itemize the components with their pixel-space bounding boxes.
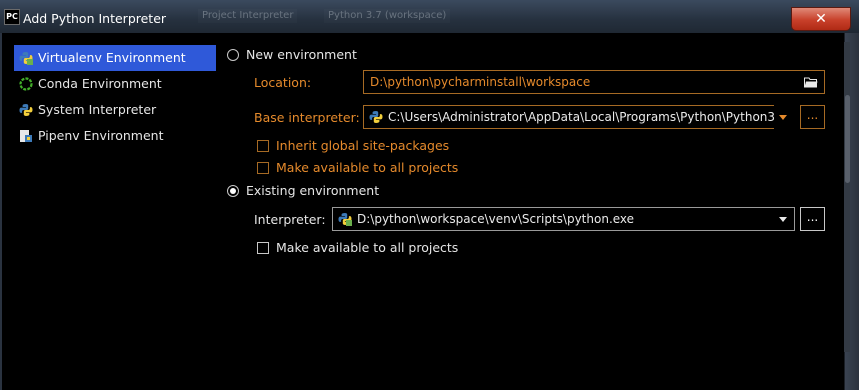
- interpreter-select[interactable]: D:\python\workspace\venv\Scripts\python.…: [332, 207, 795, 231]
- conda-icon: [19, 77, 33, 91]
- sidebar-item-label: Conda Environment: [38, 76, 162, 91]
- new-env-make-available-label: Make available to all projects: [276, 160, 459, 175]
- existing-environment-radio[interactable]: [227, 185, 239, 197]
- base-interpreter-browse-button[interactable]: ...: [800, 105, 825, 129]
- interpreter-browse-button[interactable]: ...: [800, 207, 825, 231]
- scrollbar-thumb[interactable]: [845, 95, 850, 183]
- background-tab: Python 3.7 (workspace): [324, 9, 450, 23]
- chevron-down-icon[interactable]: [779, 115, 787, 120]
- base-interpreter-label: Base interpreter:: [254, 110, 360, 125]
- location-label: Location:: [254, 75, 312, 90]
- sidebar-item-pipenv[interactable]: Pipenv Environment: [14, 123, 216, 149]
- title-bar: PC Add Python Interpreter Project Interp…: [0, 0, 859, 34]
- existing-env-make-available-label: Make available to all projects: [276, 240, 459, 255]
- new-env-make-available-checkbox[interactable]: [257, 162, 269, 174]
- sidebar-item-conda[interactable]: Conda Environment: [14, 71, 216, 97]
- background-tab: Project Interpreter: [198, 9, 297, 23]
- location-value: D:\python\pycharminstall\workspace: [370, 75, 591, 89]
- virtualenv-icon: [338, 213, 352, 226]
- pycharm-logo-icon: PC: [4, 9, 20, 25]
- interpreter-label: Interpreter:: [254, 212, 326, 227]
- sidebar-item-system-interpreter[interactable]: System Interpreter: [14, 97, 216, 123]
- inherit-site-packages-checkbox[interactable]: [257, 140, 269, 152]
- chevron-down-icon[interactable]: [779, 217, 787, 222]
- existing-env-make-available-checkbox[interactable]: [257, 242, 269, 254]
- interpreter-value: D:\python\workspace\venv\Scripts\python.…: [357, 212, 635, 226]
- new-environment-label: New environment: [246, 47, 357, 62]
- location-field[interactable]: D:\python\pycharminstall\workspace: [363, 70, 825, 94]
- close-button[interactable]: ✕: [791, 7, 851, 31]
- inherit-site-packages-label: Inherit global site-packages: [276, 138, 450, 153]
- existing-environment-label: Existing environment: [246, 183, 380, 198]
- python-icon: [19, 104, 33, 116]
- environment-type-list: Virtualenv Environment Conda Environment…: [14, 45, 216, 149]
- virtualenv-icon: [19, 52, 33, 65]
- new-environment-radio[interactable]: [227, 49, 239, 61]
- sidebar-item-label: System Interpreter: [38, 102, 157, 117]
- base-interpreter-select[interactable]: C:\Users\Administrator\AppData\Local\Pro…: [363, 105, 795, 129]
- folder-icon[interactable]: [804, 77, 818, 88]
- base-interpreter-value: C:\Users\Administrator\AppData\Local\Pro…: [388, 110, 783, 124]
- sidebar-item-label: Virtualenv Environment: [38, 50, 186, 65]
- python-icon: [369, 111, 383, 123]
- sidebar-item-label: Pipenv Environment: [38, 128, 164, 143]
- scrollbar[interactable]: [844, 42, 850, 352]
- window-title: Add Python Interpreter: [23, 11, 167, 26]
- sidebar-item-virtualenv[interactable]: Virtualenv Environment: [14, 45, 216, 71]
- close-icon: ✕: [815, 11, 827, 27]
- pipenv-icon: [20, 130, 32, 142]
